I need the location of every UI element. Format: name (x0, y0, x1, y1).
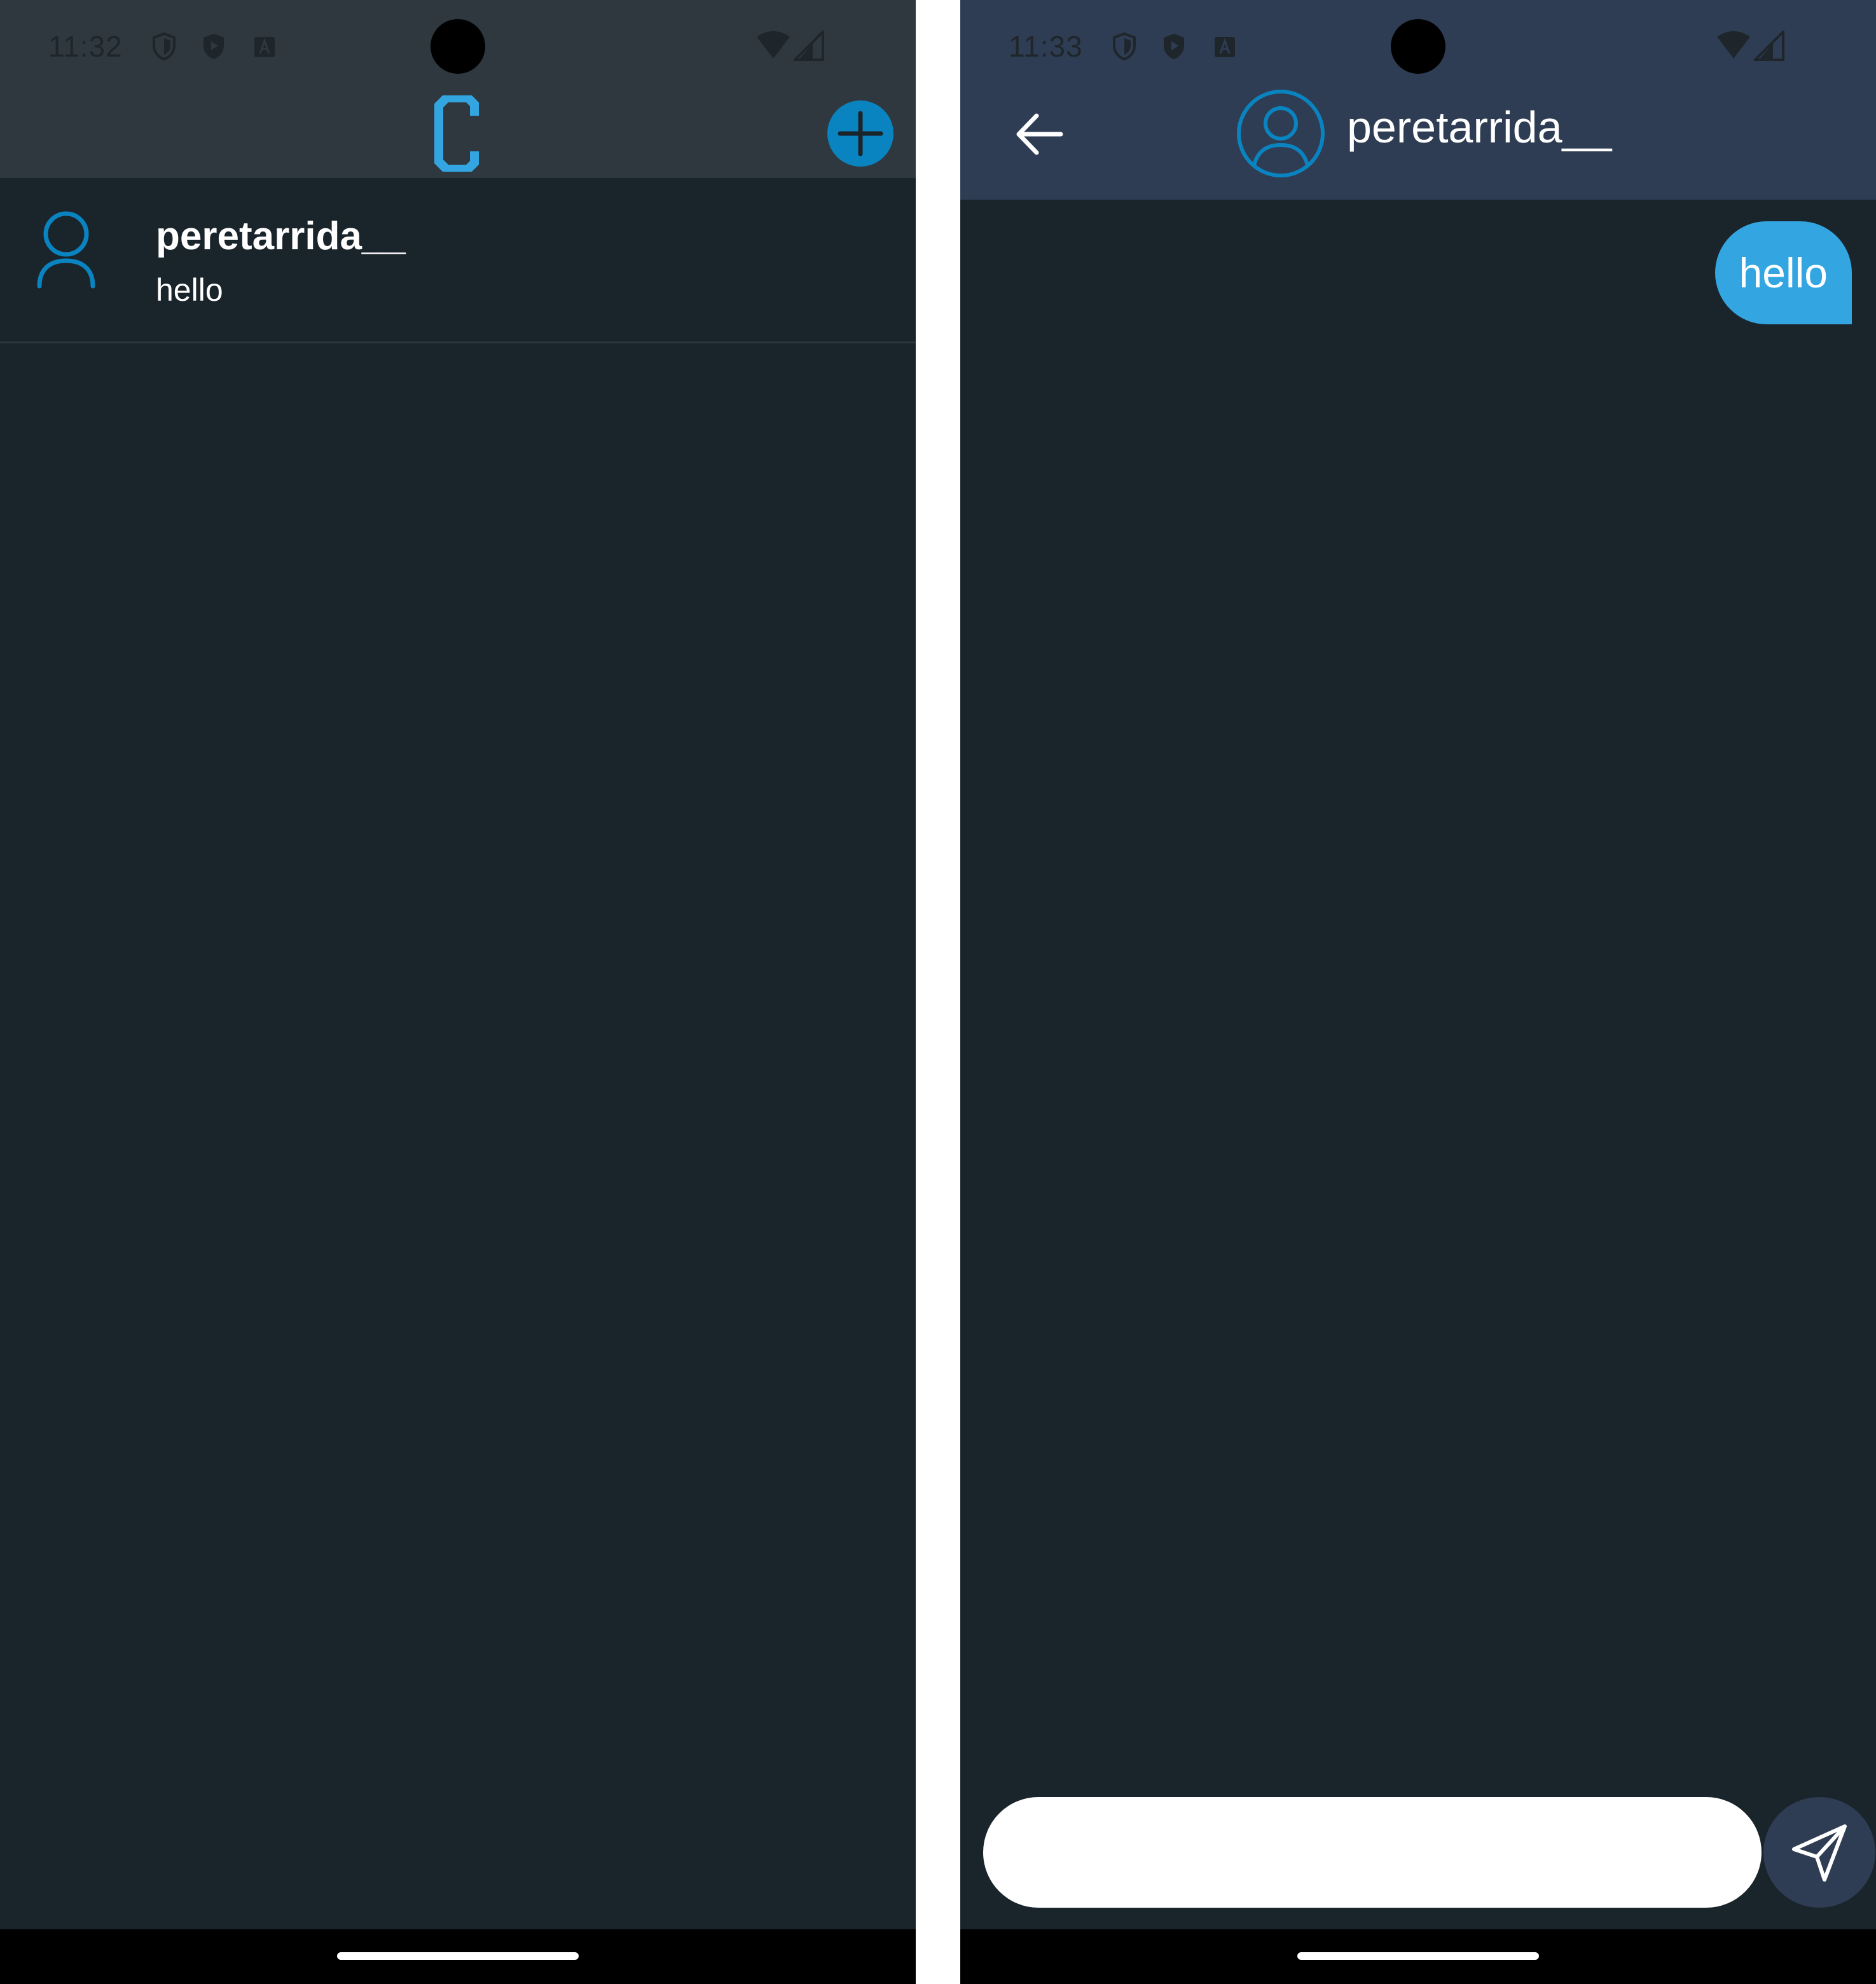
arrow-left-icon (1016, 113, 1063, 155)
conversation-preview: hello (156, 272, 223, 308)
conversation-item[interactable]: peretarrida__ hello (0, 179, 916, 343)
status-bar: 11:32 (0, 0, 916, 89)
wifi-icon (1717, 31, 1750, 59)
plus-icon (838, 111, 883, 156)
signal-icon (1754, 31, 1784, 61)
wifi-icon (757, 31, 790, 59)
app-header: 11:32 (0, 0, 916, 178)
status-bar: 11:33 (960, 0, 1876, 89)
signal-icon (794, 31, 824, 61)
home-gesture-handle[interactable] (337, 1952, 579, 1960)
conversation-name: peretarrida__ (156, 214, 406, 258)
message-input[interactable] (983, 1797, 1762, 1908)
vpn-shield-icon (1113, 32, 1136, 61)
contact-name: peretarrida__ (1347, 102, 1612, 152)
conversation-list-screen: 11:32 peretarrida__ hello (0, 0, 916, 1984)
message-bubble-outgoing: hello (1714, 221, 1852, 324)
back-button[interactable] (1011, 106, 1068, 163)
send-button[interactable] (1763, 1797, 1875, 1908)
camera-cutout (1391, 19, 1445, 74)
status-time: 11:33 (1009, 30, 1083, 63)
status-time: 11:32 (48, 30, 123, 63)
app-notification-icon (254, 37, 275, 57)
c-logo-icon (434, 95, 479, 172)
chat-screen: 11:33 peretarrida__ hello (960, 0, 1876, 1984)
home-gesture-handle[interactable] (1297, 1952, 1539, 1960)
user-circle-icon[interactable] (1235, 88, 1327, 179)
send-icon (1792, 1824, 1847, 1882)
camera-cutout (431, 19, 485, 74)
user-icon (37, 211, 95, 289)
play-protect-icon (1164, 34, 1184, 59)
chat-header: 11:33 peretarrida__ (960, 0, 1876, 200)
navigation-bar (960, 1929, 1876, 1984)
navigation-bar (0, 1929, 916, 1984)
app-notification-icon (1215, 37, 1235, 57)
vpn-shield-icon (153, 32, 176, 61)
play-protect-icon (203, 34, 224, 59)
new-conversation-button[interactable] (827, 100, 893, 167)
